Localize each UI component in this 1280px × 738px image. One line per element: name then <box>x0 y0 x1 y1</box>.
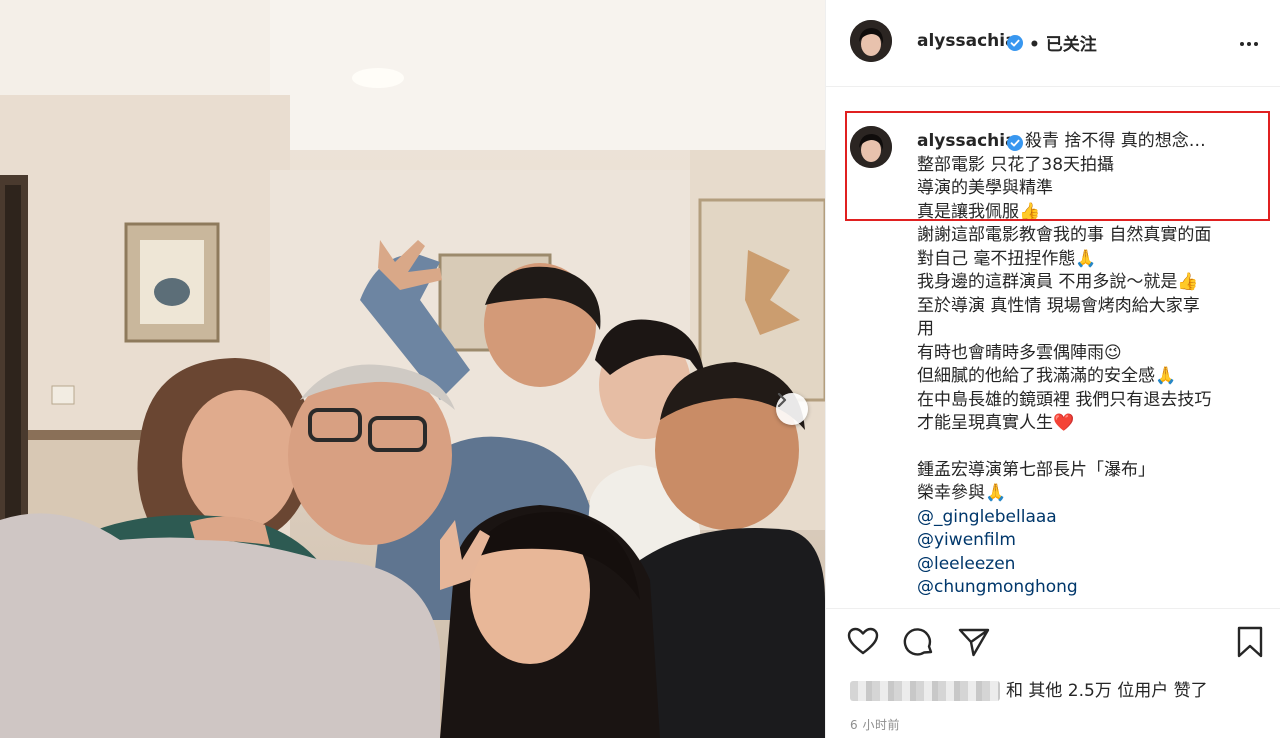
caption-area: alyssachia 殺青 捨不得 真的想念… 整部電影 只花了38天拍攝 導演… <box>826 86 1280 606</box>
caption-line: 在中島長雄的鏡頭裡 我們只有退去技巧 <box>917 389 1212 410</box>
mention-link[interactable]: @leeleezen <box>917 553 1267 577</box>
post-timestamp: 6 小时前 <box>850 718 900 732</box>
caption-line: 對自己 毫不扭捏作態🙏 <box>917 248 1097 269</box>
caption-line: 有時也會晴時多雲偶陣雨😉 <box>917 342 1122 363</box>
caption-line: 才能呈現真實人生❤️ <box>917 413 1075 433</box>
caption-line: 我身邊的這群演員 不用多說～就是👍 <box>917 272 1199 292</box>
follow-status[interactable]: • 已关注 <box>1029 30 1097 55</box>
group-selfie-image <box>0 0 825 738</box>
caption-line: 至於導演 真性情 現場會烤肉給大家享 <box>917 295 1200 316</box>
caption-line: 用 <box>917 319 934 339</box>
avatar[interactable] <box>850 20 892 62</box>
caption-line: 鍾孟宏導演第七部長片「瀑布」 <box>917 459 1155 480</box>
bookmark-icon[interactable] <box>1233 625 1267 659</box>
caption-line: 但細膩的他給了我滿滿的安全感🙏 <box>917 366 1177 386</box>
chevron-right-icon <box>777 393 787 407</box>
likes-text: 和 其他 2.5万 位用户 赞了 <box>1006 681 1208 701</box>
post-header: alyssachia • 已关注 <box>826 0 1280 87</box>
blurred-username <box>850 681 1000 701</box>
mention-link[interactable]: @chungmonghong <box>917 576 1267 600</box>
verified-badge-icon <box>1007 35 1023 51</box>
heart-icon[interactable] <box>846 625 880 659</box>
red-highlight-box <box>845 111 1270 221</box>
carousel-next-button[interactable] <box>776 393 808 425</box>
post-side-panel: alyssachia • 已关注 alyssachia 殺青 捨不得 真的想念…… <box>825 0 1280 738</box>
more-options-icon[interactable] <box>1240 34 1264 54</box>
caption-line: 榮幸參與🙏 <box>917 483 1007 503</box>
post-photo <box>0 0 825 738</box>
action-bar <box>826 608 1280 669</box>
profile-photo <box>850 20 892 62</box>
mention-link[interactable]: @_ginglebellaaa <box>917 506 1267 530</box>
likes-summary[interactable]: 和 其他 2.5万 位用户 赞了 <box>850 676 1208 701</box>
comment-icon[interactable] <box>902 625 936 659</box>
caption-line: 謝謝這部電影教會我的事 自然真實的面 <box>917 225 1212 245</box>
username[interactable]: alyssachia <box>917 31 1017 51</box>
paper-plane-icon[interactable] <box>957 625 991 659</box>
mention-link[interactable]: @yiwenfilm <box>917 529 1267 553</box>
